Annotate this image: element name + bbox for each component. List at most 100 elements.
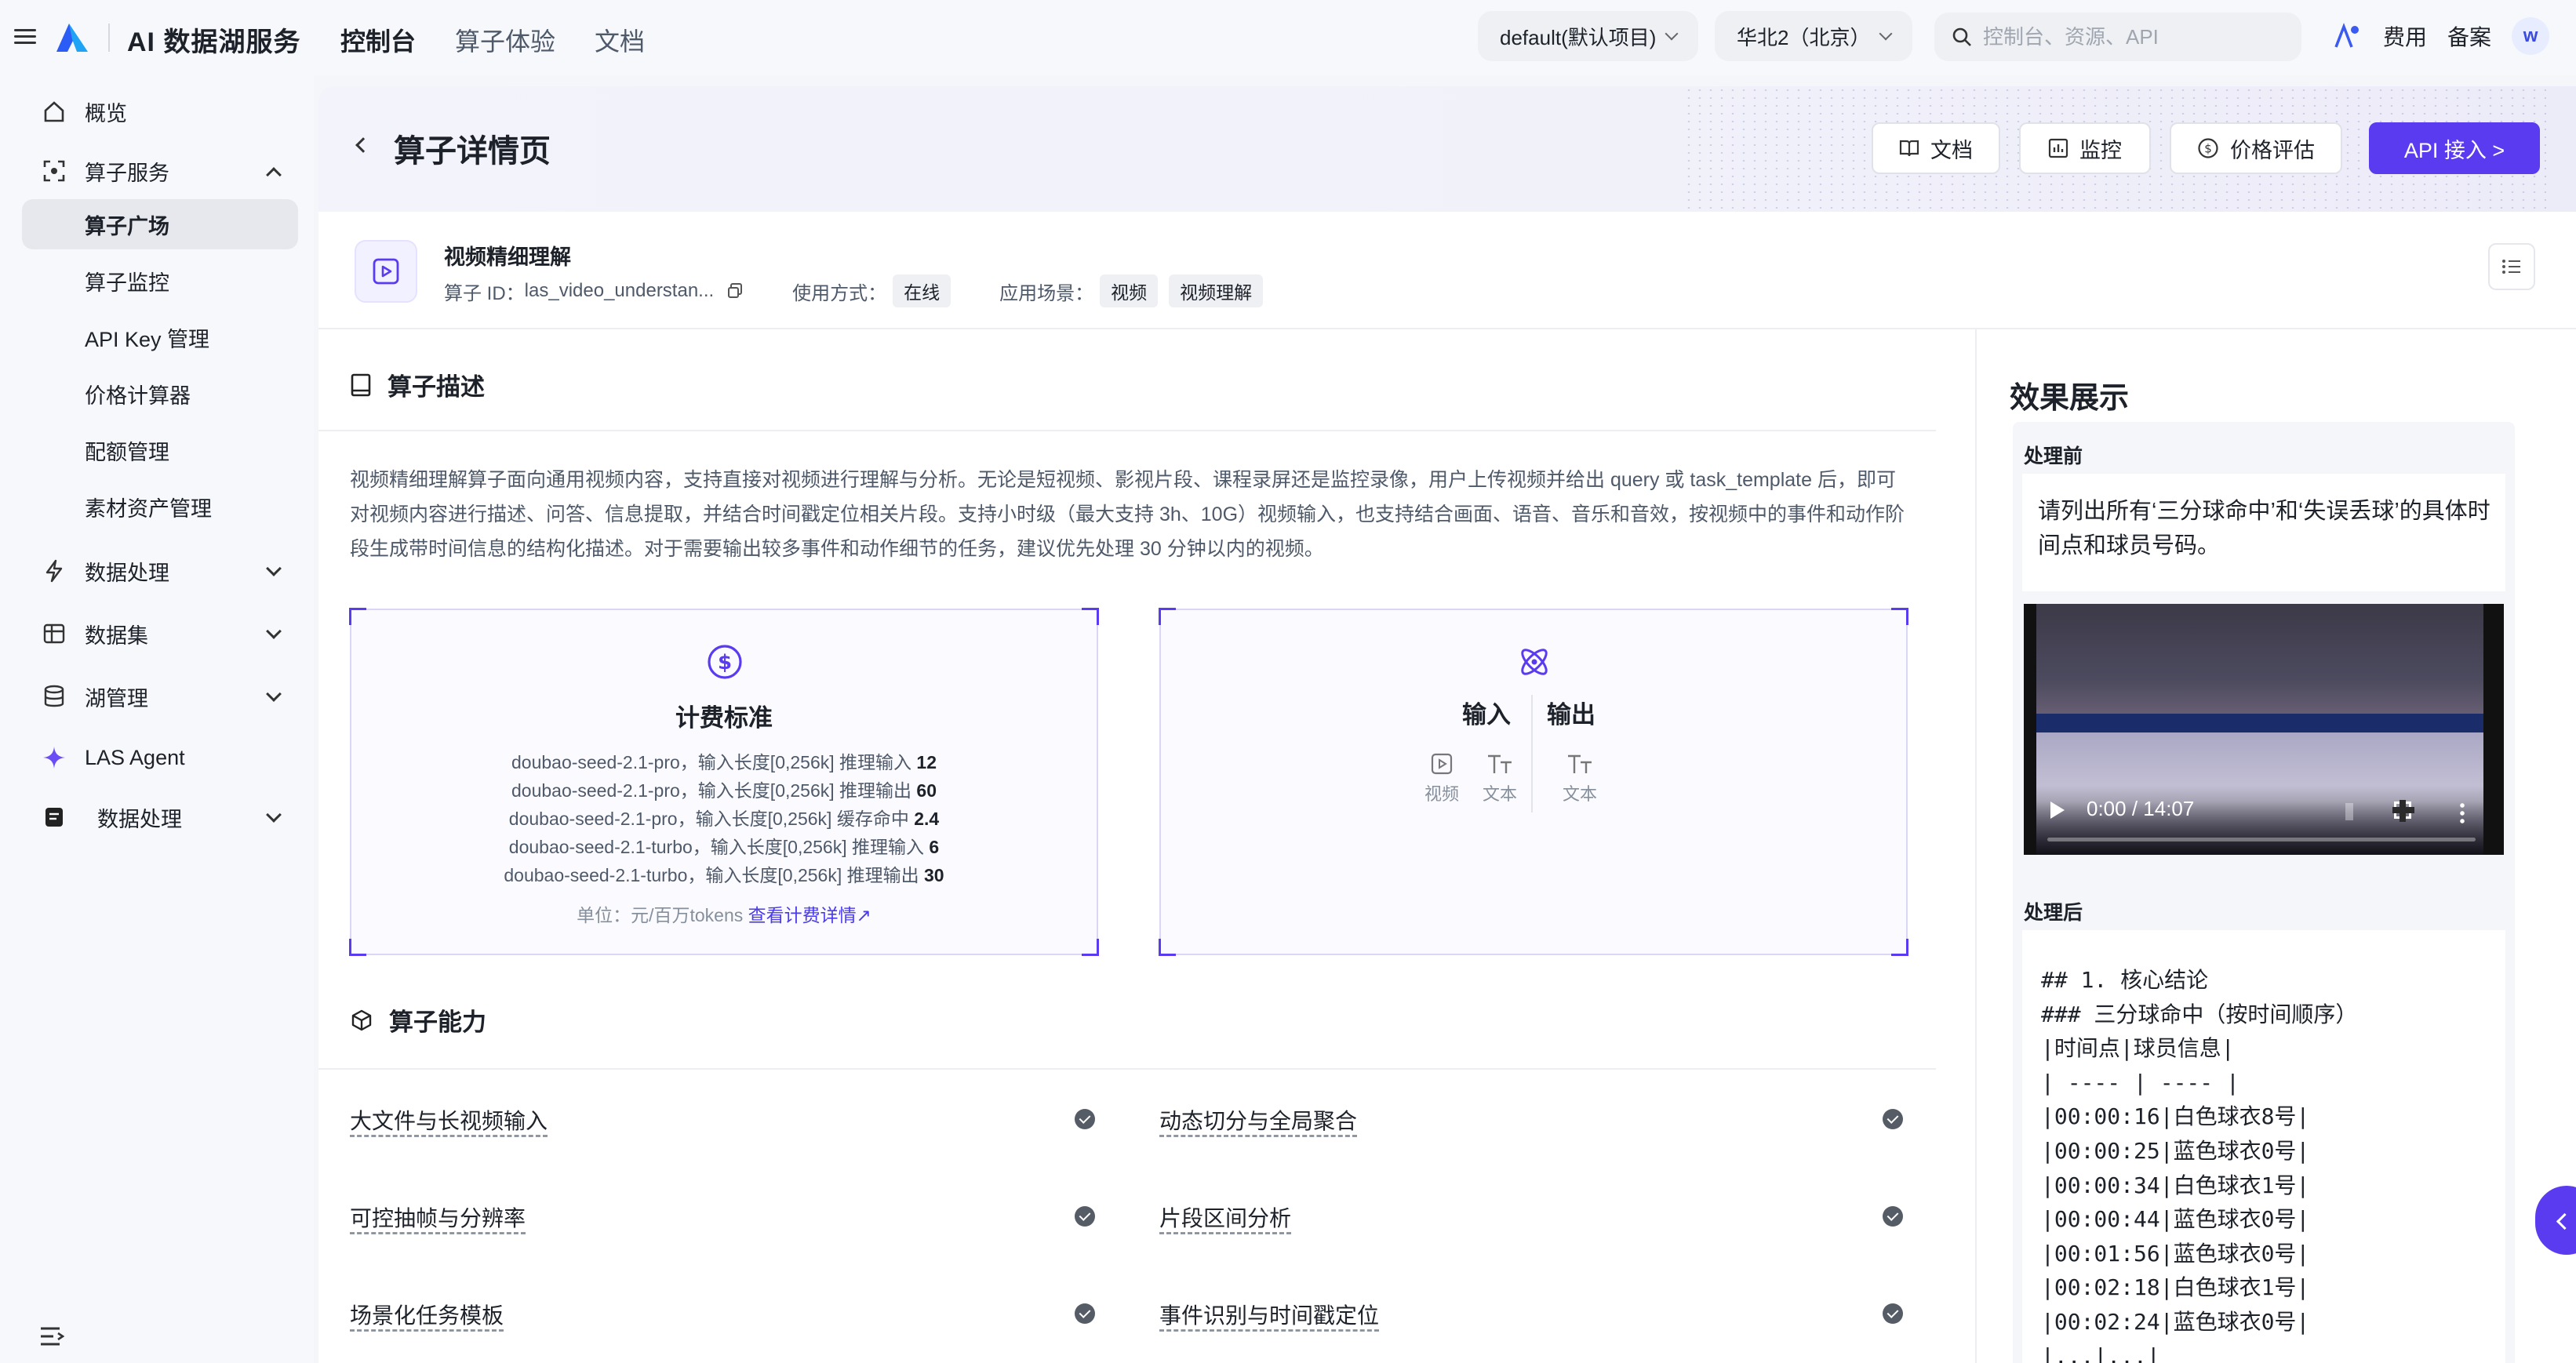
check-icon <box>1075 1303 1095 1324</box>
sidebar-item-label: 数据集 <box>85 623 148 648</box>
project-selector[interactable]: default(默认项目) <box>1478 11 1699 61</box>
check-icon <box>1883 1206 1903 1227</box>
check-icon <box>1883 1303 1903 1324</box>
price-estimate-button-label: 价格评估 <box>2230 138 2315 162</box>
chevron-down-icon <box>266 686 282 702</box>
filing-link[interactable]: 备案 <box>2447 20 2491 52</box>
table-icon <box>41 620 67 647</box>
video-operator-icon <box>355 240 417 303</box>
volume-icon[interactable] <box>2345 803 2363 820</box>
sidebar-item-label: 数据处理 <box>97 807 182 831</box>
top-right-actions: 费用 备案 w <box>2331 17 2550 55</box>
api-access-button[interactable]: API 接入 > <box>2369 122 2540 174</box>
sidebar-item-api-key[interactable]: API Key 管理 <box>22 312 298 362</box>
pricing-card: $ 计费标准 doubao-seed-2.1-pro，输入长度[0,256k] … <box>349 608 1099 956</box>
input-video: 视频 <box>1424 752 1459 805</box>
io-divider <box>1531 695 1533 812</box>
scan-icon <box>41 158 67 184</box>
ai-assistant-icon[interactable] <box>2331 20 2363 52</box>
play-icon[interactable] <box>2050 801 2065 819</box>
pricing-lines: doubao-seed-2.1-pro，输入长度[0,256k] 推理输入 12… <box>351 748 1097 889</box>
sidebar-item-label: 湖管理 <box>85 686 148 711</box>
sidebar-collapse-icon[interactable] <box>39 1325 64 1347</box>
global-search[interactable] <box>1934 13 2301 61</box>
table-of-contents-button[interactable] <box>2488 243 2535 290</box>
back-icon[interactable] <box>355 137 371 153</box>
text-icon <box>1568 754 1592 773</box>
database-icon <box>41 683 67 710</box>
capability-item[interactable]: 大文件与长视频输入 <box>350 1104 548 1136</box>
capability-item[interactable]: 可控抽帧与分辨率 <box>350 1201 526 1233</box>
sidebar-item-operator-service[interactable]: 算子服务 <box>22 146 298 196</box>
description-heading-label: 算子描述 <box>387 373 485 401</box>
pricing-title: 计费标准 <box>675 704 773 732</box>
capability-item[interactable]: 动态切分与全局聚合 <box>1159 1104 1357 1136</box>
chevron-down-icon <box>1665 27 1679 41</box>
sidebar-item-lake-management[interactable]: 湖管理 <box>22 671 298 721</box>
sidebar-item-operator-square[interactable]: 算子广场 <box>22 199 298 249</box>
home-icon <box>41 98 67 125</box>
capability-item[interactable]: 事件识别与时间戳定位 <box>1159 1299 1379 1330</box>
sidebar-item-data-processing-2[interactable]: 数据处理 <box>22 792 298 842</box>
pricing-line: doubao-seed-2.1-turbo，输入长度[0,256k] 推理输入 … <box>508 837 940 857</box>
chevron-down-icon <box>1879 27 1893 41</box>
sidebar-item-quota[interactable]: 配额管理 <box>22 425 298 475</box>
sparkle-icon <box>41 744 67 771</box>
user-avatar[interactable]: w <box>2512 17 2550 55</box>
page-title: 算子详情页 <box>394 134 551 169</box>
sidebar-item-label: 概览 <box>85 101 127 125</box>
chevron-down-icon <box>266 807 282 823</box>
search-icon <box>1952 27 1971 46</box>
sidebar-item-datasets[interactable]: 数据集 <box>22 609 298 659</box>
pricing-line: doubao-seed-2.1-pro，输入长度[0,256k] 缓存命中 2.… <box>508 809 940 829</box>
list-icon <box>2502 260 2520 274</box>
document-icon <box>41 804 67 831</box>
top-bar: AI 数据湖服务 控制台 算子体验 文档 default(默认项目) 华北2（北… <box>0 0 2576 75</box>
fullscreen-icon[interactable] <box>2392 800 2414 822</box>
video-time: 0:00 / 14:07 <box>2087 797 2195 820</box>
price-estimate-button[interactable]: $ 价格评估 <box>2170 122 2342 174</box>
video-progress-bar[interactable] <box>2047 838 2476 841</box>
sidebar-item-assets[interactable]: 素材资产管理 <box>22 482 298 532</box>
nav-docs[interactable]: 文档 <box>595 22 645 58</box>
sidebar-item-price-calculator[interactable]: 价格计算器 <box>22 369 298 419</box>
effect-title: 效果展示 <box>2010 382 2130 415</box>
docs-button[interactable]: 文档 <box>1872 122 2000 174</box>
fees-link[interactable]: 费用 <box>2383 20 2427 52</box>
hamburger-menu-icon[interactable] <box>14 25 36 47</box>
region-selector[interactable]: 华北2（北京） <box>1715 11 1913 61</box>
notebook-icon <box>351 373 371 396</box>
capability-item[interactable]: 场景化任务模板 <box>350 1299 504 1330</box>
sidebar-item-las-agent[interactable]: LAS Agent <box>22 732 298 783</box>
pricing-unit: 单位：元/百万tokens 查看计费详情↗ <box>351 900 1097 927</box>
video-player[interactable]: 0:00 / 14:07 <box>2024 604 2504 855</box>
monitor-button[interactable]: 监控 <box>2019 122 2151 174</box>
brand-title: AI 数据湖服务 <box>127 27 301 57</box>
input-column: 输入 视频 文本 <box>1409 695 1517 805</box>
sidebar-item-operator-monitor[interactable]: 算子监控 <box>22 256 298 306</box>
nav-operator-experience[interactable]: 算子体验 <box>455 22 555 58</box>
search-input[interactable] <box>1983 24 2281 49</box>
top-nav: 控制台 算子体验 文档 <box>340 22 645 58</box>
region-selector-label: 华北2（北京） <box>1737 25 1871 49</box>
svg-text:$: $ <box>2204 142 2212 156</box>
copy-icon[interactable] <box>726 282 744 300</box>
nav-console[interactable]: 控制台 <box>340 22 416 58</box>
api-access-button-label: API 接入 > <box>2403 138 2505 162</box>
sidebar-item-overview[interactable]: 概览 <box>22 86 298 136</box>
monitor-button-label: 监控 <box>2079 138 2122 162</box>
description-heading: 算子描述 <box>350 367 485 402</box>
usage-label: 使用方式： <box>792 282 887 304</box>
pricing-line: doubao-seed-2.1-turbo，输入长度[0,256k] 推理输出 … <box>504 865 944 885</box>
pricing-details-link[interactable]: 查看计费详情↗ <box>748 905 871 925</box>
dollar-circle-icon: $ <box>708 645 742 679</box>
more-options-icon[interactable] <box>2460 801 2465 823</box>
cube-icon <box>351 1009 372 1030</box>
input-items: 视频 文本 <box>1409 752 1517 805</box>
capability-item[interactable]: 片段区间分析 <box>1159 1201 1291 1233</box>
sidebar-item-data-processing[interactable]: 数据处理 <box>22 546 298 596</box>
page-header: 算子详情页 文档 监控 $ 价格评估 API 接入 > <box>318 86 2576 212</box>
pricing-line: doubao-seed-2.1-pro，输入长度[0,256k] 推理输入 12 <box>511 752 937 772</box>
chevron-down-icon <box>266 561 282 576</box>
operator-id-value: las_video_understan... <box>524 280 715 301</box>
